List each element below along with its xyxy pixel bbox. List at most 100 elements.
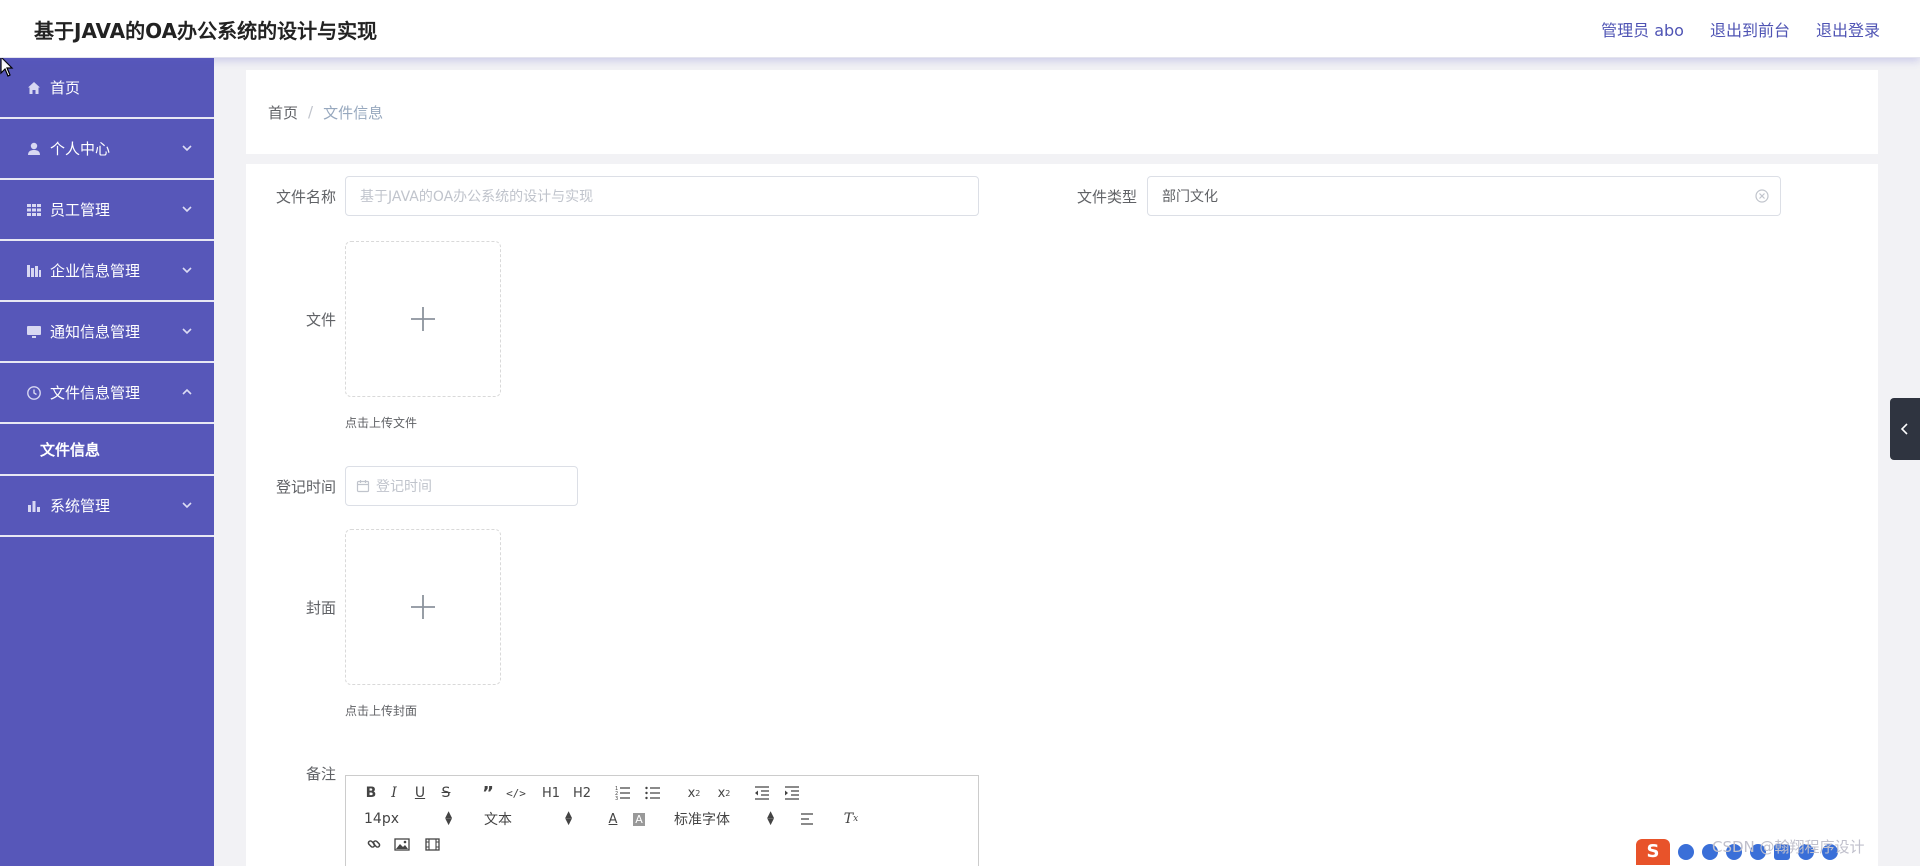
background-color-icon[interactable]: A: [626, 808, 652, 830]
chevron-up-icon: [182, 388, 192, 395]
indent-icon[interactable]: [777, 782, 807, 804]
chart-icon: [24, 496, 44, 516]
breadcrumb: 首页 / 文件信息: [246, 70, 1878, 154]
file-form: 文件名称 基于JAVA的OA办公系统的设计与实现 文件类型 部门文化 文件 点击…: [246, 164, 1878, 866]
home-icon: [24, 78, 44, 98]
file-name-label: 文件名称: [275, 188, 336, 206]
top-bar: 基于JAVA的OA办公系统的设计与实现 管理员 abo 退出到前台 退出登录: [0, 0, 1920, 58]
blockquote-icon[interactable]: ”: [475, 782, 501, 804]
sidebar-item-label: 个人中心: [50, 140, 111, 158]
file-type-value: 部门文化: [1162, 189, 1218, 205]
chevron-down-icon: [182, 267, 192, 274]
breadcrumb-current: 文件信息: [323, 103, 384, 122]
mouse-pointer-icon: [0, 56, 14, 77]
calendar-icon: [356, 480, 370, 493]
file-type-input[interactable]: 部门文化: [1147, 176, 1781, 216]
strike-icon[interactable]: S: [433, 782, 459, 804]
outdent-icon[interactable]: [747, 782, 777, 804]
user-icon: [24, 139, 44, 159]
file-type-label: 文件类型: [1076, 188, 1137, 206]
font-color-icon[interactable]: A: [600, 808, 626, 830]
superscript-icon[interactable]: x2: [709, 782, 739, 804]
file-name-input[interactable]: 基于JAVA的OA办公系统的设计与实现: [345, 176, 979, 216]
chevron-left-icon: [1900, 423, 1908, 435]
sogou-logo-icon: S: [1636, 839, 1670, 865]
register-time-placeholder: 登记时间: [376, 479, 432, 495]
app-title: 基于JAVA的OA办公系统的设计与实现: [34, 19, 378, 43]
cover-label: 封面: [305, 599, 336, 617]
sidebar-item-system-management[interactable]: 系统管理: [0, 476, 214, 537]
image-icon[interactable]: [387, 833, 417, 855]
plus-icon: [411, 595, 435, 619]
sidebar: 首页 个人中心 员工管理 企业信息管理 通知信息管理 文件信息管理 文件信息 系…: [0, 58, 214, 866]
main-content: 首页 / 文件信息 文件名称 基于JAVA的OA办公系统的设计与实现 文件类型 …: [246, 70, 1878, 866]
sidebar-item-label: 文件信息管理: [50, 384, 141, 402]
underline-icon[interactable]: U: [407, 782, 433, 804]
sidebar-item-notice-info[interactable]: 通知信息管理: [0, 302, 214, 363]
h1-icon[interactable]: H1: [535, 782, 567, 804]
rich-text-editor[interactable]: B I U S ” </> H1 H2 123 x2 x2 14px ▲ ▼ 文…: [345, 775, 979, 866]
font-size-value: 14px: [364, 811, 399, 827]
font-size-select[interactable]: 14px ▲ ▼: [364, 810, 452, 828]
select-arrows-icon: ▲ ▼: [767, 810, 774, 827]
bar-icon: [24, 261, 44, 281]
chevron-down-icon: [182, 502, 192, 509]
sidebar-item-company-info[interactable]: 企业信息管理: [0, 241, 214, 302]
font-family-value: 标准字体: [674, 812, 730, 828]
svg-text:3: 3: [615, 796, 618, 800]
bullet-list-icon[interactable]: [639, 782, 667, 804]
chevron-down-icon: [182, 145, 192, 152]
bold-icon[interactable]: B: [361, 782, 381, 804]
italic-icon[interactable]: I: [381, 782, 407, 804]
register-time-label: 登记时间: [275, 478, 336, 496]
watermark-text: CSDN @翰翔程序设计: [1712, 838, 1865, 856]
admin-user-link[interactable]: 管理员 abo: [1601, 17, 1684, 41]
back-to-frontend-link[interactable]: 退出到前台: [1710, 17, 1790, 41]
sidebar-item-file-info-management[interactable]: 文件信息管理: [0, 363, 214, 424]
clock-icon: [24, 383, 44, 403]
editor-toolbar-row-1: B I U S ” </> H1 H2 123 x2 x2: [361, 782, 807, 804]
cover-upload-tip: 点击上传封面: [345, 704, 418, 718]
select-arrows-icon: ▲ ▼: [565, 810, 572, 827]
note-label: 备注: [305, 765, 336, 783]
ordered-list-icon[interactable]: 123: [607, 782, 639, 804]
plus-icon: [411, 307, 435, 331]
top-links: 管理员 abo 退出到前台 退出登录: [1601, 17, 1880, 41]
sidebar-item-label: 首页: [50, 79, 81, 97]
file-name-value: 基于JAVA的OA办公系统的设计与实现: [360, 189, 594, 205]
sidebar-item-home[interactable]: 首页: [0, 58, 214, 119]
logout-link[interactable]: 退出登录: [1816, 17, 1880, 41]
sidebar-item-label: 员工管理: [50, 201, 111, 219]
clear-format-icon[interactable]: Tx: [836, 808, 866, 830]
sidebar-item-label: 系统管理: [50, 497, 111, 515]
sidebar-item-label: 企业信息管理: [50, 262, 141, 280]
breadcrumb-home-link[interactable]: 首页: [268, 102, 298, 123]
align-icon[interactable]: [792, 808, 822, 830]
subscript-icon[interactable]: x2: [679, 782, 709, 804]
link-icon[interactable]: [361, 833, 387, 855]
side-panel-toggle[interactable]: [1890, 398, 1920, 460]
chevron-down-icon: [182, 206, 192, 213]
sidebar-item-staff-management[interactable]: 员工管理: [0, 180, 214, 241]
chevron-down-icon: [182, 328, 192, 335]
video-icon[interactable]: [417, 833, 447, 855]
sidebar-item-label: 通知信息管理: [50, 323, 141, 341]
editor-toolbar-row-3: [361, 833, 447, 855]
font-family-select[interactable]: 标准字体 ▲ ▼: [674, 809, 774, 829]
header-value: 文本: [484, 812, 512, 828]
ime-mode-icon[interactable]: [1678, 844, 1694, 860]
file-upload-box[interactable]: [345, 241, 501, 397]
code-icon[interactable]: </>: [501, 782, 531, 804]
sidebar-item-personal-center[interactable]: 个人中心: [0, 119, 214, 180]
sidebar-subitem-file-info[interactable]: 文件信息: [0, 424, 214, 476]
monitor-icon: [24, 322, 44, 342]
breadcrumb-separator: /: [308, 103, 314, 121]
select-arrows-icon: ▲ ▼: [445, 810, 452, 827]
h2-icon[interactable]: H2: [567, 782, 597, 804]
header-select[interactable]: 文本 ▲ ▼: [484, 809, 572, 829]
clear-icon[interactable]: [1754, 188, 1770, 204]
register-time-input[interactable]: 登记时间: [345, 466, 578, 506]
editor-toolbar-row-2: 14px ▲ ▼ 文本 ▲ ▼ A A 标准字体 ▲ ▼ Tx: [364, 808, 866, 830]
cover-upload-box[interactable]: [345, 529, 501, 685]
grid-icon: [24, 200, 44, 220]
